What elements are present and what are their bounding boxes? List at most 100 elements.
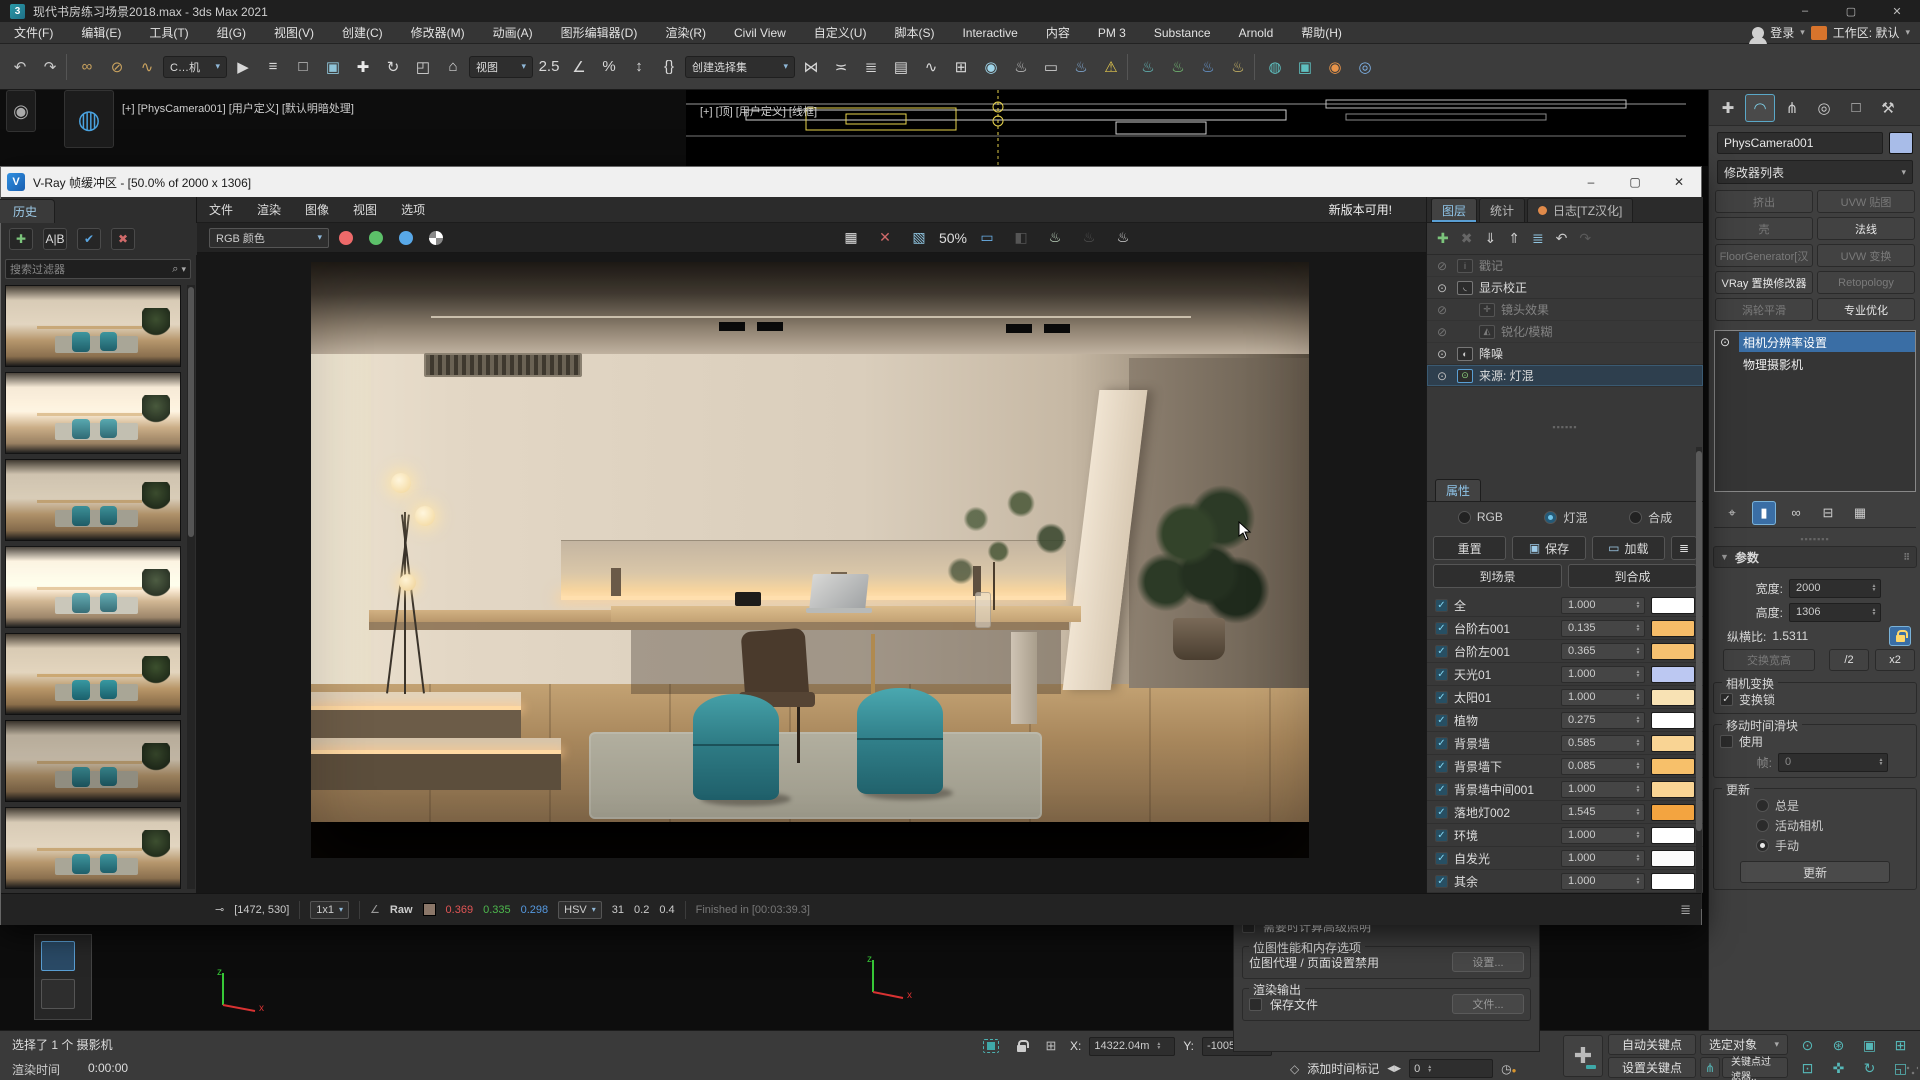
light-color-swatch[interactable] xyxy=(1651,827,1695,844)
vfb-tool-icon[interactable]: ♨ xyxy=(1110,226,1136,250)
channel-radio[interactable]: RGB xyxy=(1458,510,1503,524)
toolbar-button[interactable]: C…机 xyxy=(163,52,227,82)
menu-item[interactable]: Arnold xyxy=(1225,22,1288,44)
lightmix-row[interactable]: ✓ 背景墙中间001 1.000 ▲▼ xyxy=(1427,778,1703,801)
history-thumbnail[interactable] xyxy=(5,546,181,628)
modifier-button[interactable]: 挤出 xyxy=(1715,190,1813,213)
update-radio[interactable]: 活动相机 xyxy=(1720,815,1910,835)
toolbar-button[interactable]: ▣ xyxy=(319,52,347,82)
lightmix-menu-button[interactable]: ≣ xyxy=(1671,536,1697,560)
output-file-button[interactable]: 文件... xyxy=(1452,994,1524,1014)
menu-item[interactable]: PM 3 xyxy=(1084,22,1140,44)
viewport-nav-icon[interactable]: ↻ xyxy=(1854,1057,1885,1080)
channel-radio[interactable]: 灯混 xyxy=(1544,509,1587,526)
menu-item[interactable]: 编辑(E) xyxy=(67,22,135,44)
toolbar-button[interactable]: ◰ xyxy=(409,52,437,82)
layer-tool-icon[interactable]: ↷ xyxy=(1579,230,1591,247)
toolbar-button[interactable]: ◉ xyxy=(977,52,1005,82)
green-channel-icon[interactable] xyxy=(369,231,383,245)
lightmix-checkbox[interactable]: ✓ xyxy=(1435,852,1448,865)
x-coordinate-field[interactable]: 14322.04m▲▼ xyxy=(1089,1037,1175,1056)
stamp-list-icon[interactable]: ≣ xyxy=(1680,902,1691,918)
stack-row[interactable]: ⊙ 相机分辨率设置 xyxy=(1715,331,1915,353)
visibility-eye-icon[interactable]: ⊙ xyxy=(1433,347,1451,361)
vfb-tool-icon[interactable]: ▭ xyxy=(974,226,1000,250)
layer-tool-icon[interactable]: ↶ xyxy=(1556,230,1568,247)
history-thumbnail[interactable] xyxy=(5,372,181,454)
visibility-eye-icon[interactable]: ⊙ xyxy=(1715,335,1735,349)
lightmix-checkbox[interactable]: ✓ xyxy=(1435,668,1448,681)
modifier-button[interactable]: UVW 变换 xyxy=(1817,244,1915,267)
menu-item[interactable]: 图形编辑器(D) xyxy=(547,22,652,44)
vfb-panel-tab[interactable]: 图层 xyxy=(1431,198,1477,222)
command-panel-tab[interactable]: ⚒ xyxy=(1873,94,1903,122)
viewport-nav-icon[interactable]: ⊡ xyxy=(1792,1057,1823,1080)
layer-tool-icon[interactable]: ✚ xyxy=(1437,230,1449,247)
vfb-tool-icon[interactable]: 50% xyxy=(940,226,966,250)
stack-row[interactable]: ⊙ 物理摄影机 xyxy=(1715,353,1915,375)
light-multiplier-spinner[interactable]: 1.000 ▲▼ xyxy=(1561,597,1645,614)
toolbar-button[interactable] xyxy=(66,54,71,80)
toolbar-button[interactable] xyxy=(1127,54,1132,80)
vfb-title-bar[interactable]: V V-Ray 帧缓冲区 - [50.0% of 2000 x 1306] – … xyxy=(1,167,1701,197)
modifier-button[interactable]: FloorGenerator[汉 xyxy=(1715,244,1813,267)
lightmix-row[interactable]: ✓ 全 1.000 ▲▼ xyxy=(1427,594,1703,617)
modifier-button[interactable]: Retopology xyxy=(1817,271,1915,294)
lightmix-row[interactable]: ✓ 天光01 1.000 ▲▼ xyxy=(1427,663,1703,686)
light-color-swatch[interactable] xyxy=(1651,666,1695,683)
menu-item[interactable]: 文件(F) xyxy=(0,22,67,44)
vfb-close-button[interactable]: ✕ xyxy=(1657,167,1701,197)
menu-item[interactable]: 工具(T) xyxy=(135,22,202,44)
toolbar-button[interactable]: {} xyxy=(655,52,683,82)
workspace-dropdown[interactable]: 工作区: 默认 xyxy=(1833,24,1900,41)
lightmix-row[interactable]: ✓ 台阶左001 0.365 ▲▼ xyxy=(1427,640,1703,663)
add-time-tag[interactable]: 添加时间标记 xyxy=(1307,1060,1379,1077)
vfb-tool-icon[interactable]: ▦ xyxy=(838,226,864,250)
vfb-tool-icon[interactable]: ◧ xyxy=(1008,226,1034,250)
toolbar-button[interactable]: ♨ xyxy=(1134,52,1162,82)
history-scrollbar[interactable] xyxy=(187,285,195,889)
channel-dropdown[interactable]: RGB 颜色 xyxy=(209,228,329,248)
light-multiplier-spinner[interactable]: 1.000 ▲▼ xyxy=(1561,827,1645,844)
splitter-handle[interactable]: ▪▪▪▪▪▪ xyxy=(1552,422,1577,432)
visibility-eye-icon[interactable]: ⊙ xyxy=(1433,281,1451,295)
light-multiplier-spinner[interactable]: 0.085 ▲▼ xyxy=(1561,758,1645,775)
modifier-list-dropdown[interactable]: 修改器列表▾ xyxy=(1717,160,1913,184)
half-button[interactable]: /2 xyxy=(1829,649,1869,671)
light-multiplier-spinner[interactable]: 1.000 ▲▼ xyxy=(1561,850,1645,867)
history-search-input[interactable]: 搜索过滤器 ⌕ ▾ xyxy=(5,259,191,279)
light-color-swatch[interactable] xyxy=(1651,620,1695,637)
time-configuration-icon[interactable]: ◷● xyxy=(1501,1062,1516,1076)
lightmix-row[interactable]: ✓ 其余 1.000 ▲▼ xyxy=(1427,870,1703,893)
lightmix-checkbox[interactable]: ✓ xyxy=(1435,645,1448,658)
stack-tool-icon[interactable]: ⊟ xyxy=(1816,501,1840,525)
lightmix-checkbox[interactable]: ✓ xyxy=(1435,875,1448,888)
menu-item[interactable]: Substance xyxy=(1140,22,1225,44)
toolbar-button[interactable]: ▤ xyxy=(887,52,915,82)
toolbar-button[interactable]: ▭ xyxy=(1037,52,1065,82)
panel-scrollbar[interactable] xyxy=(1696,447,1702,909)
toolbar-button[interactable]: ↻ xyxy=(379,52,407,82)
lightmix-checkbox[interactable]: ✓ xyxy=(1435,829,1448,842)
toolbar-button[interactable]: 2.5 xyxy=(535,52,563,82)
toolbar-button[interactable]: % xyxy=(595,52,623,82)
toolbar-button[interactable]: ↶ xyxy=(6,52,34,82)
selection-lock-icon[interactable] xyxy=(1010,1036,1032,1056)
light-color-swatch[interactable] xyxy=(1651,758,1695,775)
toolbar-button[interactable]: ♨ xyxy=(1164,52,1192,82)
modifier-button[interactable]: 壳 xyxy=(1715,217,1813,240)
visibility-eye-icon[interactable]: ⊘ xyxy=(1433,259,1451,273)
swap-wh-button[interactable]: 交换宽高 xyxy=(1723,649,1815,671)
modifier-button[interactable]: 法线 xyxy=(1817,217,1915,240)
vfb-maximize-button[interactable]: ▢ xyxy=(1613,167,1657,197)
modifier-button[interactable]: UVW 贴图 xyxy=(1817,190,1915,213)
history-thumbnail[interactable] xyxy=(5,807,181,889)
lightmix-checkbox[interactable]: ✓ xyxy=(1435,691,1448,704)
update-radio[interactable]: 手动 xyxy=(1720,835,1910,855)
light-color-swatch[interactable] xyxy=(1651,781,1695,798)
command-panel-tab[interactable]: ◠ xyxy=(1745,94,1775,122)
vfb-tool-icon[interactable]: ♨ xyxy=(1042,226,1068,250)
lightmix-row[interactable]: ✓ 背景墙 0.585 ▲▼ xyxy=(1427,732,1703,755)
properties-tab[interactable]: 属性 xyxy=(1435,479,1481,501)
vfb-menu-item[interactable]: 图像 xyxy=(293,201,341,218)
